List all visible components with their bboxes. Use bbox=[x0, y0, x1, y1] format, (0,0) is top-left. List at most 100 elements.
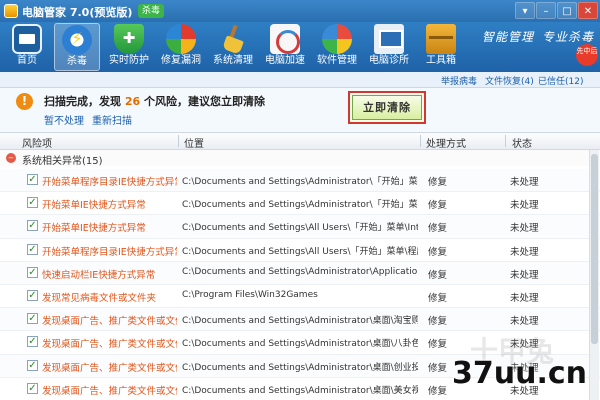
action-cell: 修复 bbox=[428, 385, 448, 397]
ignore-link[interactable]: 暂不处理 bbox=[44, 112, 84, 127]
row-checkbox[interactable]: ✓ bbox=[27, 220, 38, 232]
risk-item-cell: 发现桌面广告、推广类文件或文件夹 bbox=[42, 385, 177, 397]
row-checkbox[interactable]: ✓ bbox=[27, 359, 38, 371]
column-divider[interactable] bbox=[178, 135, 179, 147]
scan-result-text: 扫描完成，发现 26 个风险，建议您立即清除 bbox=[44, 93, 265, 109]
toolbar-label: 工具箱 bbox=[426, 55, 456, 66]
table-row[interactable]: ✓ 发现桌面广告、推广类文件或文件夹 C:\Documents and Settin… bbox=[0, 308, 600, 332]
brand-slogan: 智能管理 专业杀毒 bbox=[482, 28, 594, 45]
row-checkbox[interactable]: ✓ bbox=[27, 197, 38, 209]
action-cell: 修复 bbox=[428, 316, 448, 328]
sub-links-bar: 举报病毒 文件恢复(4) 已信任(12) bbox=[0, 72, 600, 88]
path-cell: C:\Documents and Settings\Administrator\… bbox=[182, 385, 418, 396]
maximize-button[interactable]: □ bbox=[557, 2, 577, 19]
toolbar-label: 软件管理 bbox=[317, 55, 357, 66]
risk-item-cell: 发现桌面广告、推广类文件或文件夹 bbox=[42, 362, 177, 374]
risk-item-cell: 快速启动栏IE快捷方式异常 bbox=[42, 269, 156, 281]
main-toolbar: 首页 杀毒 实时防护 修复漏洞 系统清理 电脑加速 软件管理 电脑诊所 工具箱 … bbox=[0, 22, 600, 72]
scroll-thumb[interactable] bbox=[591, 154, 598, 344]
status-cell: 未处理 bbox=[510, 246, 539, 258]
row-checkbox[interactable]: ✓ bbox=[27, 243, 38, 255]
risk-item-cell: 开始菜单IE快捷方式异常 bbox=[42, 200, 146, 212]
status-cell: 未处理 bbox=[510, 200, 539, 212]
rescan-link[interactable]: 重新扫描 bbox=[92, 112, 132, 127]
row-checkbox[interactable]: ✓ bbox=[27, 289, 38, 301]
app-title: 电脑管家 7.0(预览版) bbox=[22, 6, 133, 19]
toolbar-label: 实时防护 bbox=[109, 55, 149, 66]
path-cell: C:\Documents and Settings\Administrator\… bbox=[182, 177, 418, 187]
home-icon bbox=[12, 24, 42, 54]
report-virus-link[interactable]: 举报病毒 bbox=[441, 74, 477, 87]
action-cell: 修复 bbox=[428, 269, 448, 281]
toolbar-label: 杀毒 bbox=[67, 56, 87, 67]
clean-now-button[interactable]: 立即清除 bbox=[352, 95, 422, 120]
toolbar-item-patch[interactable]: 修复漏洞 bbox=[158, 23, 204, 71]
risk-item-cell: 开始菜单IE快捷方式异常 bbox=[42, 223, 146, 235]
action-cell: 修复 bbox=[428, 177, 448, 188]
slogan-part-1: 智能管理 bbox=[482, 30, 535, 44]
file-recovery-link[interactable]: 文件恢复(4) bbox=[485, 74, 534, 87]
corner-badge: 先中后 bbox=[576, 44, 598, 66]
row-checkbox[interactable]: ✓ bbox=[27, 174, 38, 185]
path-cell: C:\Program Files\Win32Games bbox=[182, 289, 318, 300]
table-row[interactable]: ✓ 开始菜单IE快捷方式异常 C:\Documents and Settings\A… bbox=[0, 215, 600, 239]
row-checkbox[interactable]: ✓ bbox=[27, 382, 38, 394]
status-cell: 未处理 bbox=[510, 223, 539, 235]
table-row[interactable]: ✓ 开始菜单程序目录IE快捷方式异常 C:\Documents and Settin… bbox=[0, 169, 600, 193]
vertical-scrollbar[interactable] bbox=[589, 150, 599, 400]
column-header-status[interactable]: 状态 bbox=[512, 135, 532, 150]
column-divider[interactable] bbox=[505, 135, 506, 147]
status-cell: 未处理 bbox=[510, 269, 539, 281]
slogan-part-2: 专业杀毒 bbox=[542, 30, 595, 44]
site-watermark: 37uu.cn bbox=[452, 356, 587, 391]
speedometer-icon bbox=[270, 24, 300, 54]
column-divider[interactable] bbox=[420, 135, 421, 147]
path-cell: C:\Documents and Settings\Administrator\… bbox=[182, 200, 418, 211]
row-checkbox[interactable]: ✓ bbox=[27, 266, 38, 278]
table-row[interactable]: ✓ 快速启动栏IE快捷方式异常 C:\Documents and Settings\… bbox=[0, 261, 600, 285]
path-cell: C:\Documents and Settings\All Users\「开始」… bbox=[182, 223, 418, 234]
risk-item-cell: 发现桌面广告、推广类文件或文件夹 bbox=[42, 316, 177, 328]
risk-count: 26 bbox=[124, 95, 141, 108]
toolbar-item-cleanup[interactable]: 系统清理 bbox=[210, 23, 256, 71]
risk-item-cell: 发现桌面广告、推广类文件或文件夹 bbox=[42, 339, 177, 351]
trusted-link[interactable]: 已信任(12) bbox=[538, 74, 583, 87]
clean-now-button-highlight[interactable]: 立即清除 bbox=[348, 91, 426, 124]
row-checkbox[interactable]: ✓ bbox=[27, 313, 38, 325]
table-row[interactable]: ✓ 开始菜单IE快捷方式异常 C:\Documents and Settings\A… bbox=[0, 192, 600, 216]
group-row[interactable]: − 系统相关异常(15) bbox=[0, 150, 600, 167]
row-checkbox[interactable]: ✓ bbox=[27, 336, 38, 348]
close-button[interactable]: ✕ bbox=[578, 2, 598, 19]
table-row[interactable]: ✓ 发现常见病毒文件或文件夹 C:\Program Files\Win32Games… bbox=[0, 285, 600, 309]
risk-item-cell: 开始菜单程序目录IE快捷方式异常 bbox=[42, 246, 177, 258]
toolbar-item-clinic[interactable]: 电脑诊所 bbox=[366, 23, 412, 71]
table-header: 风险项 位置 处理方式 状态 bbox=[0, 132, 600, 150]
action-cell: 修复 bbox=[428, 362, 448, 374]
scan-result-banner: ! 扫描完成，发现 26 个风险，建议您立即清除 暂不处理 重新扫描 bbox=[0, 88, 600, 132]
toolbar-item-antivirus[interactable]: 杀毒 bbox=[54, 23, 100, 71]
menu-dropdown-icon[interactable]: ▾ bbox=[515, 2, 535, 19]
toolbar-item-software[interactable]: 软件管理 bbox=[314, 23, 360, 71]
toolbar-item-speedup[interactable]: 电脑加速 bbox=[262, 23, 308, 71]
table-row[interactable]: ✓ 开始菜单程序目录IE快捷方式异常 C:\Documents and Settin… bbox=[0, 239, 600, 262]
action-cell: 修复 bbox=[428, 200, 448, 212]
toolbar-label: 首页 bbox=[17, 55, 37, 66]
column-header-path[interactable]: 位置 bbox=[184, 135, 204, 150]
toolbar-label: 电脑诊所 bbox=[369, 55, 409, 66]
column-header-mode[interactable]: 处理方式 bbox=[426, 135, 466, 150]
minimize-button[interactable]: – bbox=[536, 2, 556, 19]
toolbar-item-home[interactable]: 首页 bbox=[4, 23, 50, 71]
toolbox-icon bbox=[426, 24, 456, 54]
title-bar: 电脑管家 7.0(预览版) 杀毒 ▾ – □ ✕ bbox=[0, 0, 600, 22]
toolbar-item-realtime-protection[interactable]: 实时防护 bbox=[106, 23, 152, 71]
app-logo-icon bbox=[4, 4, 18, 18]
column-header-risk[interactable]: 风险项 bbox=[22, 135, 52, 150]
path-cell: C:\Documents and Settings\All Users\「开始」… bbox=[182, 246, 418, 257]
path-cell: C:\Documents and Settings\Administrator\… bbox=[182, 339, 418, 350]
toolbar-item-toolbox[interactable]: 工具箱 bbox=[418, 23, 464, 71]
toolbar-label: 系统清理 bbox=[213, 55, 253, 66]
collapse-icon[interactable]: − bbox=[6, 153, 16, 163]
status-cell: 未处理 bbox=[510, 316, 539, 328]
group-label: 系统相关异常(15) bbox=[22, 156, 103, 167]
toolbar-label: 电脑加速 bbox=[265, 55, 305, 66]
